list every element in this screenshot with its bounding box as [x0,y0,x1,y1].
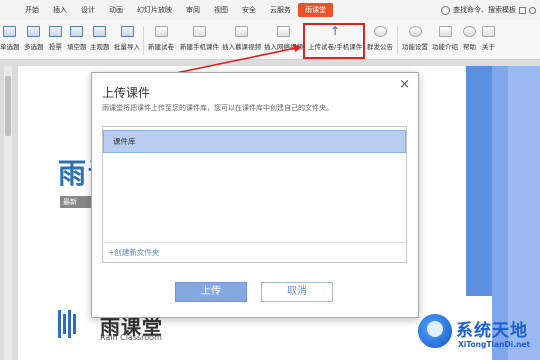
feature-settings-button[interactable]: 功能设置 [402,24,428,56]
list-item-courseware-library[interactable]: 课件库 [103,130,406,153]
ribbon-toolbar: 单选题 多选题 投票 填空题 主观题 批量导入 新建试卷 新建手机课件 插入慕课… [0,20,540,60]
multi-choice-button[interactable]: 多选题 [24,24,44,56]
batch-import-button[interactable]: 批量导入 [114,24,140,56]
mooc-video-icon [235,26,248,37]
search-icon[interactable] [441,5,450,15]
help-icon [463,26,476,37]
vertical-scrollbar[interactable] [4,66,12,360]
upload-button-highlight-box [303,23,365,59]
subjective-icon [93,26,107,37]
ribbon-divider [143,26,144,54]
tab-security[interactable]: 安全 [235,3,263,17]
rain-classroom-logo-icon [58,310,76,338]
subjective-button[interactable]: 主观题 [90,24,110,56]
tab-rain-classroom[interactable]: 雨课堂 [298,3,333,17]
tab-insert[interactable]: 插入 [46,3,74,17]
window-mode-icon[interactable] [519,6,526,14]
insert-mooc-video-button[interactable]: 插入慕课视频 [222,24,261,56]
new-mobile-courseware-button[interactable]: 新建手机课件 [180,24,219,56]
dialog-title: 上传课件 [102,86,151,100]
single-choice-icon [3,26,17,37]
folder-list: 课件库 +创建新文件夹 [102,126,407,263]
multi-choice-icon [27,26,41,37]
tab-start[interactable]: 开始 [18,3,46,17]
upload-button[interactable]: 上传 [175,282,247,302]
globe-icon [373,26,387,37]
tab-slideshow[interactable]: 幻灯片放映 [130,3,179,17]
insert-web-video-button[interactable]: 插入网络视频 [264,24,303,56]
cancel-button[interactable]: 取消 [261,282,333,302]
mobile-courseware-icon [193,26,206,37]
watermark-url: XiTongTianDi.net [458,340,531,349]
help-icon[interactable] [529,6,536,14]
about-icon [482,26,495,37]
slide-tag: 最新 [60,196,94,208]
fill-blank-icon [70,26,84,37]
new-paper-button[interactable]: 新建试卷 [148,24,174,56]
upload-courseware-dialog: 上传课件 × 雨课堂将把课件上传至您的课件库，您可以在课件库中创建自己的文件夹。… [91,72,419,318]
tab-view[interactable]: 视图 [207,3,235,17]
site-watermark: 系统天地 XiTongTianDi.net [418,312,538,358]
batch-import-icon [120,26,134,37]
ribbon-divider [397,26,398,54]
broadcast-notice-button[interactable]: 群发公告 [367,24,393,56]
feature-intro-button[interactable]: 功能介绍 [432,24,458,56]
tab-review[interactable]: 审阅 [179,3,207,17]
watermark-logo-icon [418,314,452,348]
logo-subtitle: Rain Classroom [100,333,162,342]
tab-design[interactable]: 设计 [74,3,102,17]
about-button[interactable]: 关于 [482,24,495,56]
dialog-description: 雨课堂将把课件上传至您的课件库，您可以在课件库中创建自己的文件夹。 [102,104,333,112]
vote-button[interactable]: 投票 [49,24,62,56]
tab-animation[interactable]: 动画 [102,3,130,17]
gear-icon [408,26,422,37]
ribbon-right-tools: 查找命令、搜索模板 [441,0,536,20]
single-choice-button[interactable]: 单选题 [0,24,20,56]
new-paper-icon [154,26,168,37]
command-search-field[interactable]: 查找命令、搜索模板 [453,5,516,15]
vote-icon [49,26,62,37]
info-icon [438,26,452,37]
create-folder-link[interactable]: +创建新文件夹 [103,242,406,262]
close-icon[interactable]: × [399,77,410,92]
tab-cloud[interactable]: 云服务 [263,3,298,17]
fill-blank-button[interactable]: 填空题 [67,24,87,56]
watermark-name: 系统天地 [456,321,528,341]
scrollbar-thumb[interactable] [5,76,11,136]
help-button[interactable]: 帮助 [463,24,476,56]
web-video-icon [277,26,290,37]
